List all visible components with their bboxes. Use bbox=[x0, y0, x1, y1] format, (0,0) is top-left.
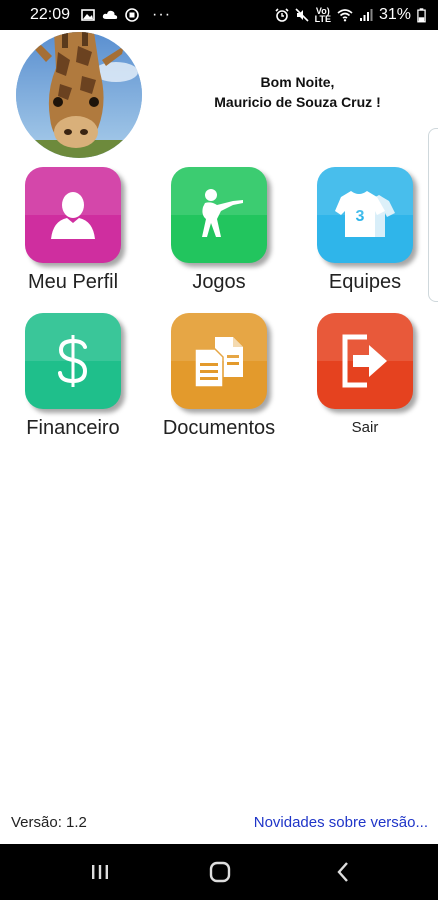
image-icon bbox=[81, 9, 95, 21]
jogos-button[interactable] bbox=[171, 167, 267, 263]
battery-percent: 31% bbox=[378, 6, 411, 23]
navigation-bar bbox=[0, 844, 438, 900]
documents-icon bbox=[194, 337, 243, 388]
equipes-button[interactable]: 3 bbox=[317, 167, 413, 263]
shooter-icon bbox=[202, 189, 243, 237]
giraffe-photo bbox=[16, 32, 142, 158]
battery-icon bbox=[417, 7, 426, 22]
meu-perfil-label: Meu Perfil bbox=[27, 271, 119, 293]
version-label: Versão: 1.2 bbox=[11, 814, 87, 831]
meu-perfil-button[interactable] bbox=[25, 167, 121, 263]
equipes-label: Equipes bbox=[328, 271, 402, 293]
documentos-button[interactable] bbox=[171, 313, 267, 409]
menu-jogos[interactable]: Jogos bbox=[146, 167, 292, 294]
exit-icon bbox=[342, 334, 387, 388]
greeting: Bom Noite, Mauricio de Souza Cruz ! bbox=[170, 72, 425, 112]
version-news-link[interactable]: Novidades sobre versão... bbox=[254, 814, 428, 831]
signal-icon bbox=[359, 9, 373, 21]
more-notifications: ··· bbox=[152, 6, 172, 23]
alarm-icon bbox=[275, 8, 289, 22]
cloud-icon bbox=[102, 10, 118, 19]
sair-button[interactable] bbox=[317, 313, 413, 409]
jogos-label: Jogos bbox=[192, 271, 246, 293]
documentos-label: Documentos bbox=[162, 417, 276, 439]
mute-icon bbox=[295, 8, 309, 22]
menu-equipes[interactable]: 3 Equipes bbox=[292, 167, 438, 294]
recent-apps-icon[interactable] bbox=[86, 858, 114, 886]
media-icon bbox=[125, 8, 139, 22]
menu-financeiro[interactable]: Financeiro bbox=[0, 313, 146, 440]
dollar-icon bbox=[58, 335, 88, 387]
status-time: 22:09 bbox=[30, 6, 71, 23]
menu-documentos[interactable]: Documentos bbox=[146, 313, 292, 440]
financeiro-button[interactable] bbox=[25, 313, 121, 409]
network-label: Vo) LTE bbox=[314, 6, 331, 24]
menu-sair[interactable]: Sair bbox=[292, 313, 438, 436]
menu-meu-perfil[interactable]: Meu Perfil bbox=[0, 167, 146, 294]
wifi-icon bbox=[337, 9, 353, 22]
user-icon bbox=[51, 192, 95, 239]
status-bar: 22:09 ··· Vo) LTE 31% bbox=[0, 0, 438, 30]
greeting-salutation: Bom Noite, bbox=[260, 74, 335, 90]
sair-label: Sair bbox=[351, 419, 379, 436]
jersey-icon: 3 bbox=[335, 191, 395, 237]
avatar[interactable] bbox=[16, 32, 142, 158]
greeting-user-name: Mauricio de Souza Cruz ! bbox=[214, 94, 381, 110]
financeiro-label: Financeiro bbox=[26, 417, 120, 439]
home-icon[interactable] bbox=[206, 858, 234, 886]
jersey-number: 3 bbox=[356, 208, 365, 225]
back-icon[interactable] bbox=[330, 858, 358, 886]
